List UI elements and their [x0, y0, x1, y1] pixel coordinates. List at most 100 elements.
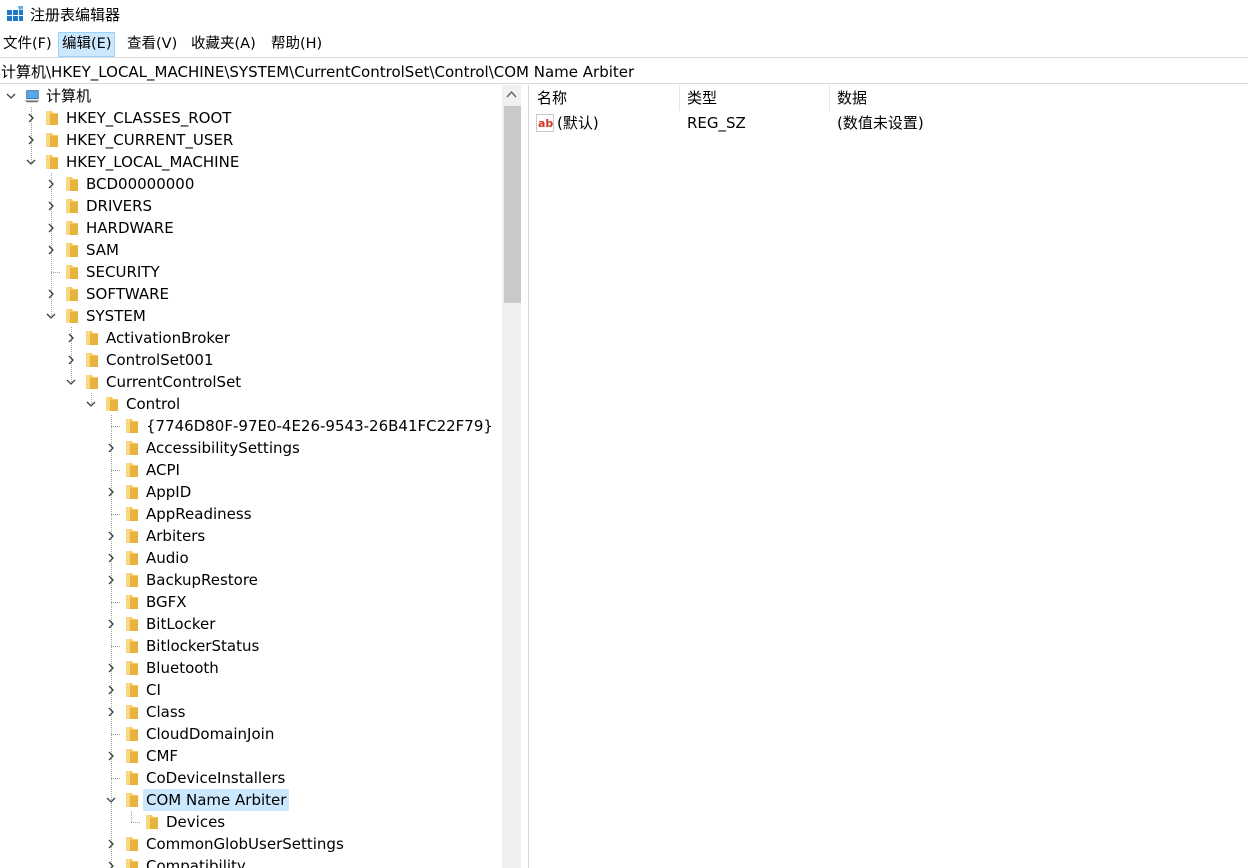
tree-node[interactable]: CoDeviceInstallers: [0, 767, 502, 789]
tree-node[interactable]: Devices: [0, 811, 502, 833]
tree-node-label[interactable]: {7746D80F-97E0-4E26-9543-26B41FC22F79}: [143, 415, 496, 437]
scroll-up-icon[interactable]: [502, 85, 521, 104]
menu-help[interactable]: 帮助(H): [268, 33, 325, 56]
tree-node-label[interactable]: Compatibility: [143, 855, 249, 868]
tree-node-label[interactable]: Arbiters: [143, 525, 208, 547]
chevron-right-icon[interactable]: [45, 222, 57, 234]
tree-node-label[interactable]: BitlockerStatus: [143, 635, 262, 657]
tree-node-label[interactable]: DRIVERS: [83, 195, 155, 217]
tree-node-label[interactable]: Devices: [163, 811, 228, 833]
chevron-down-icon[interactable]: [25, 156, 37, 168]
chevron-right-icon[interactable]: [25, 134, 37, 146]
tree-node-label[interactable]: CurrentControlSet: [103, 371, 244, 393]
tree-node-label[interactable]: SAM: [83, 239, 122, 261]
chevron-right-icon[interactable]: [105, 574, 117, 586]
column-name[interactable]: 名称: [529, 85, 679, 111]
tree-node[interactable]: HKEY_CLASSES_ROOT: [0, 107, 502, 129]
tree-node[interactable]: CurrentControlSet: [0, 371, 502, 393]
tree-node-label[interactable]: HARDWARE: [83, 217, 177, 239]
tree-node[interactable]: Compatibility: [0, 855, 502, 868]
tree-node[interactable]: AccessibilitySettings: [0, 437, 502, 459]
tree-node[interactable]: CI: [0, 679, 502, 701]
tree-node[interactable]: Bluetooth: [0, 657, 502, 679]
tree-node[interactable]: BitlockerStatus: [0, 635, 502, 657]
tree-node-label[interactable]: CI: [143, 679, 164, 701]
menu-view[interactable]: 查看(V): [124, 33, 180, 56]
pane-splitter[interactable]: [521, 85, 529, 868]
chevron-right-icon[interactable]: [65, 332, 77, 344]
tree-node-label[interactable]: CommonGlobUserSettings: [143, 833, 347, 855]
tree-node-label[interactable]: CloudDomainJoin: [143, 723, 277, 745]
tree-node-label[interactable]: BGFX: [143, 591, 190, 613]
tree-node[interactable]: ActivationBroker: [0, 327, 502, 349]
tree-node[interactable]: BitLocker: [0, 613, 502, 635]
tree-node-label[interactable]: SOFTWARE: [83, 283, 172, 305]
tree-node-label[interactable]: CMF: [143, 745, 181, 767]
chevron-right-icon[interactable]: [105, 750, 117, 762]
chevron-right-icon[interactable]: [105, 684, 117, 696]
chevron-right-icon[interactable]: [105, 618, 117, 630]
column-data[interactable]: 数据: [829, 85, 1129, 111]
tree-node-label[interactable]: AppReadiness: [143, 503, 255, 525]
tree-node[interactable]: COM Name Arbiter: [0, 789, 502, 811]
chevron-right-icon[interactable]: [45, 178, 57, 190]
tree-node-label[interactable]: HKEY_CLASSES_ROOT: [63, 107, 234, 129]
tree-node[interactable]: AppID: [0, 481, 502, 503]
tree-node-label[interactable]: AccessibilitySettings: [143, 437, 303, 459]
chevron-right-icon[interactable]: [105, 442, 117, 454]
tree-node-label[interactable]: SECURITY: [83, 261, 163, 283]
chevron-right-icon[interactable]: [105, 552, 117, 564]
chevron-down-icon[interactable]: [5, 90, 17, 102]
tree-node-label[interactable]: BackupRestore: [143, 569, 261, 591]
tree-node[interactable]: 计算机: [0, 85, 502, 107]
tree-scrollbar[interactable]: [502, 85, 521, 868]
chevron-right-icon[interactable]: [105, 662, 117, 674]
tree-node-label[interactable]: SYSTEM: [83, 305, 149, 327]
chevron-down-icon[interactable]: [85, 398, 97, 410]
tree-node-label[interactable]: HKEY_CURRENT_USER: [63, 129, 236, 151]
tree-node-label[interactable]: Audio: [143, 547, 192, 569]
tree-node-label[interactable]: HKEY_LOCAL_MACHINE: [63, 151, 242, 173]
tree-node-label[interactable]: 计算机: [43, 85, 94, 107]
key-tree[interactable]: 计算机 HKEY_CLASSES_ROOT HKEY_CURRENT_USER HKE…: [0, 85, 502, 868]
chevron-right-icon[interactable]: [25, 112, 37, 124]
tree-node[interactable]: CMF: [0, 745, 502, 767]
chevron-right-icon[interactable]: [45, 244, 57, 256]
tree-node[interactable]: SOFTWARE: [0, 283, 502, 305]
chevron-right-icon[interactable]: [105, 486, 117, 498]
tree-node[interactable]: BCD00000000: [0, 173, 502, 195]
tree-node[interactable]: HKEY_CURRENT_USER: [0, 129, 502, 151]
chevron-down-icon[interactable]: [45, 310, 57, 322]
tree-node[interactable]: Class: [0, 701, 502, 723]
menu-edit[interactable]: 编辑(E): [58, 32, 116, 57]
tree-node[interactable]: AppReadiness: [0, 503, 502, 525]
tree-node-label[interactable]: Bluetooth: [143, 657, 222, 679]
chevron-right-icon[interactable]: [45, 288, 57, 300]
tree-node[interactable]: CloudDomainJoin: [0, 723, 502, 745]
tree-node-label[interactable]: BCD00000000: [83, 173, 197, 195]
tree-node-label[interactable]: AppID: [143, 481, 194, 503]
tree-node[interactable]: HARDWARE: [0, 217, 502, 239]
tree-node-label[interactable]: Control: [123, 393, 183, 415]
tree-node[interactable]: SECURITY: [0, 261, 502, 283]
chevron-right-icon[interactable]: [105, 838, 117, 850]
tree-node-label-selected[interactable]: COM Name Arbiter: [143, 789, 290, 811]
chevron-right-icon[interactable]: [65, 354, 77, 366]
tree-node[interactable]: CommonGlobUserSettings: [0, 833, 502, 855]
tree-node[interactable]: {7746D80F-97E0-4E26-9543-26B41FC22F79}: [0, 415, 502, 437]
tree-node[interactable]: Arbiters: [0, 525, 502, 547]
tree-node[interactable]: HKEY_LOCAL_MACHINE: [0, 151, 502, 173]
tree-node[interactable]: BackupRestore: [0, 569, 502, 591]
tree-node-label[interactable]: Class: [143, 701, 188, 723]
chevron-down-icon[interactable]: [65, 376, 77, 388]
menu-favorites[interactable]: 收藏夹(A): [188, 33, 259, 56]
tree-node[interactable]: Control: [0, 393, 502, 415]
tree-node[interactable]: ACPI: [0, 459, 502, 481]
tree-node[interactable]: SAM: [0, 239, 502, 261]
chevron-right-icon[interactable]: [45, 200, 57, 212]
column-type[interactable]: 类型: [679, 85, 829, 111]
chevron-right-icon[interactable]: [105, 706, 117, 718]
scroll-thumb[interactable]: [504, 106, 521, 303]
tree-node[interactable]: BGFX: [0, 591, 502, 613]
tree-node[interactable]: DRIVERS: [0, 195, 502, 217]
